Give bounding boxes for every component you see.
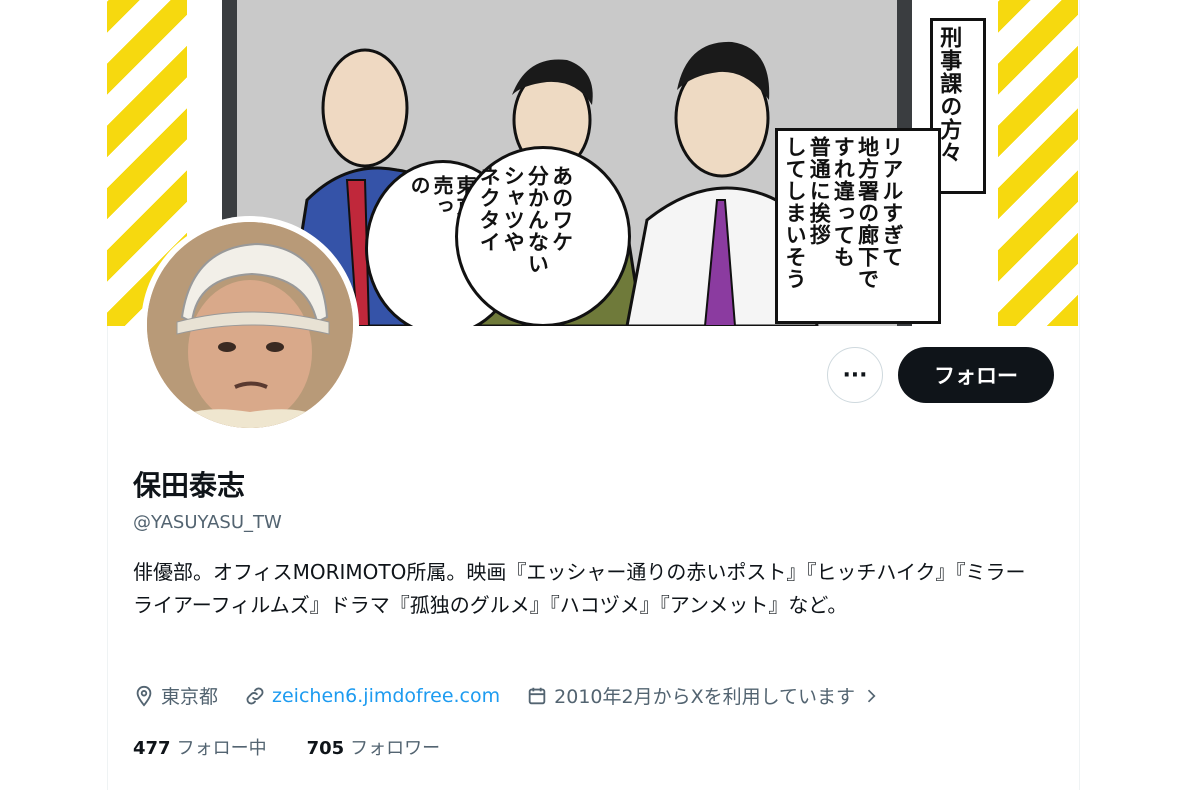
more-icon: ··· bbox=[842, 362, 868, 388]
caption-line: 地方署の廊下で bbox=[855, 136, 880, 290]
balloon1-line: ネクタイ bbox=[477, 165, 502, 253]
chevron-right-icon bbox=[867, 689, 876, 702]
caption-line: してしまいそう bbox=[783, 136, 808, 290]
balloon2-line: の bbox=[407, 175, 431, 196]
followers-label: フォロワー bbox=[350, 738, 441, 759]
location-item: 東京都 bbox=[133, 682, 218, 709]
profile-handle: @YASUYASU_TW bbox=[133, 512, 282, 533]
avatar-image bbox=[147, 222, 353, 428]
caption-line: リアルすぎて bbox=[879, 136, 904, 268]
caption-body: リアルすぎて 地方署の廊下で すれ違っても 普通に挨拶 してしまいそう bbox=[783, 136, 904, 290]
profile-name: 保田泰志 bbox=[133, 469, 246, 502]
following-count: 477 bbox=[133, 738, 171, 759]
followers-stat[interactable]: 705 フォロワー bbox=[307, 734, 441, 760]
following-label: フォロー中 bbox=[176, 738, 267, 759]
joined-item[interactable]: 2010年2月からXを利用しています bbox=[526, 682, 887, 709]
profile-meta: 東京都 zeichen6.jimdofree.com 2010年2月からXを利用… bbox=[133, 682, 913, 709]
following-stat[interactable]: 477 フォロー中 bbox=[133, 734, 267, 760]
follow-button-label: フォロー bbox=[934, 364, 1018, 388]
website-item[interactable]: zeichen6.jimdofree.com bbox=[244, 685, 500, 707]
follow-button[interactable]: フォロー bbox=[898, 347, 1054, 403]
more-options-button[interactable]: ··· bbox=[827, 347, 883, 403]
balloon1-line: 分かんない bbox=[525, 165, 550, 275]
balloon1-line: あのワケ bbox=[549, 165, 574, 253]
caption-line: すれ違っても bbox=[831, 136, 856, 268]
followers-count: 705 bbox=[306, 738, 345, 759]
caption-line: 普通に挨拶 bbox=[807, 136, 832, 246]
balloon2-line: 売っ bbox=[430, 175, 454, 217]
location-pin-icon bbox=[136, 685, 152, 707]
profile-bio: 俳優部。オフィスMORIMOTO所属。映画『エッシャー通りの赤いポスト』『ヒッチ… bbox=[133, 560, 1026, 617]
link-icon bbox=[246, 687, 264, 704]
speech-balloon-1-text: あのワケ 分かんない シャツや ネクタイ bbox=[477, 165, 574, 275]
website-link[interactable]: zeichen6.jimdofree.com bbox=[272, 685, 500, 707]
balloon1-line: シャツや bbox=[501, 165, 526, 253]
profile-stats: 477 フォロー中 705 フォロワー bbox=[133, 734, 480, 760]
location-text: 東京都 bbox=[161, 686, 219, 708]
joined-text: 2010年2月からXを利用しています bbox=[554, 686, 856, 708]
calendar-icon bbox=[528, 687, 546, 704]
avatar[interactable] bbox=[141, 216, 359, 434]
